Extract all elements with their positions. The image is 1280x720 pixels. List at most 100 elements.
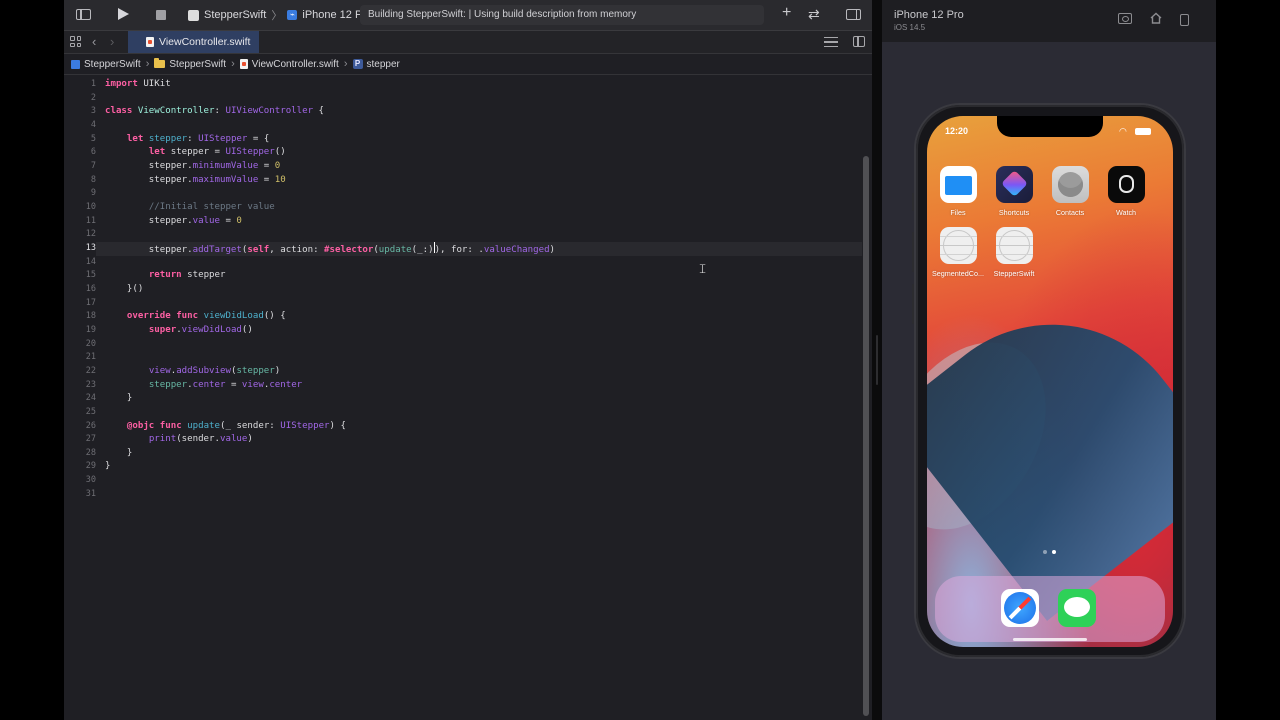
code-token: 0	[236, 215, 242, 226]
editor-scrollbar[interactable]	[863, 156, 869, 716]
code-token: ()	[241, 324, 253, 335]
home-screen[interactable]: 12:20 ◠ Files Shortcuts Contacts Watch S…	[927, 116, 1173, 647]
code-token: }	[105, 393, 133, 404]
source-editor[interactable]: 1 2 3 4 5 6 7 8 9 10 11 12 13 14 15 16 17 18 19 20 21 22 23 24 2…	[64, 76, 872, 720]
line-number: 14	[85, 256, 96, 267]
line-number: 8	[90, 174, 96, 185]
code-token: 0	[274, 160, 281, 171]
code-line[interactable]: }()	[105, 283, 143, 297]
app-label: StepperSwift	[993, 269, 1035, 278]
code-line[interactable]: view.addSubview(stepper)	[105, 365, 280, 379]
code-token: (_ sender:	[220, 420, 281, 431]
code-token: UIStepper	[280, 420, 330, 431]
breadcrumb-symbol[interactable]: stepper	[367, 59, 400, 70]
scheme-selector[interactable]: StepperSwift 〉 ⌁ iPhone 12 Pro	[188, 8, 372, 22]
back-arrow-icon[interactable]: ‹	[92, 34, 96, 49]
app-stepperswift[interactable]: StepperSwift	[986, 227, 1042, 278]
code-line[interactable]: let stepper = UIStepper()	[105, 146, 286, 160]
notch	[997, 116, 1103, 137]
tab-label: ViewController.swift	[159, 36, 251, 48]
code-line[interactable]: @objc func update(_ sender: UIStepper) {	[105, 420, 346, 434]
code-token: override	[126, 311, 171, 322]
code-token: ), for: .	[434, 244, 484, 255]
code-line[interactable]: stepper.minimumValue = 0	[105, 160, 280, 174]
mute-switch	[912, 193, 915, 211]
related-items-icon[interactable]	[70, 36, 81, 47]
screenshot-icon[interactable]	[1118, 13, 1132, 24]
code-token: valueChanged	[483, 244, 550, 255]
code-line[interactable]: return stepper	[105, 269, 226, 283]
line-number: 25	[85, 406, 96, 417]
run-button[interactable]	[118, 8, 129, 20]
messages-icon[interactable]	[1058, 589, 1096, 627]
code-line[interactable]: let stepper: UIStepper = {	[105, 133, 269, 147]
line-number: 20	[85, 338, 96, 349]
shortcuts-icon	[995, 166, 1033, 203]
simulator-device-title: iPhone 12 Pro	[894, 9, 964, 21]
breadcrumb-file[interactable]: ViewController.swift	[252, 59, 339, 70]
code-line[interactable]: }	[105, 392, 132, 406]
code-line[interactable]: stepper.center = view.center	[105, 379, 302, 393]
safari-icon[interactable]	[1001, 589, 1039, 627]
home-icon[interactable]	[1150, 12, 1162, 24]
code-token: stepper =	[165, 147, 226, 158]
line-number: 29	[85, 461, 96, 472]
code-token: :	[214, 106, 226, 117]
background-margin	[1216, 0, 1280, 720]
code-token: = {	[247, 133, 270, 144]
page-dot[interactable]	[1052, 550, 1056, 554]
app-shortcuts[interactable]: Shortcuts	[986, 166, 1042, 217]
page-indicator[interactable]	[1043, 550, 1059, 555]
divider-handle[interactable]	[876, 335, 878, 385]
navigator-toggle-icon[interactable]	[76, 9, 91, 20]
line-number: 26	[85, 420, 96, 431]
library-plus-icon[interactable]: +	[782, 5, 791, 21]
code-line[interactable]: }	[105, 447, 132, 461]
code-token: }()	[105, 283, 144, 294]
editor-options-icon[interactable]	[824, 37, 838, 47]
volume-up-button	[912, 232, 915, 272]
line-number: 13	[85, 242, 96, 253]
split-editor-icon[interactable]	[853, 36, 865, 47]
home-indicator[interactable]	[1013, 638, 1087, 641]
code-line[interactable]: //Initial stepper value	[105, 201, 275, 215]
code-line[interactable]: override func viewDidLoad() {	[105, 310, 286, 324]
app-contacts[interactable]: Contacts	[1042, 166, 1098, 217]
code-token: print	[148, 434, 177, 445]
breadcrumb: StepperSwift › StepperSwift › ViewContro…	[64, 54, 872, 75]
forward-arrow-icon[interactable]: ›	[110, 34, 114, 49]
breadcrumb-group[interactable]: StepperSwift	[169, 59, 226, 70]
code-line[interactable]: stepper.value = 0	[105, 215, 242, 229]
code-line[interactable]: import UIKit	[105, 78, 171, 92]
line-number: 7	[90, 160, 96, 171]
code-line[interactable]: stepper.addTarget(self, action: #selecto…	[105, 241, 555, 256]
app-segmentedcontrol[interactable]: SegmentedCo...	[930, 227, 986, 278]
code-line[interactable]: class ViewController: UIViewController {	[105, 105, 324, 119]
page-dot[interactable]	[1043, 550, 1047, 554]
code-line[interactable]: stepper.maximumValue = 10	[105, 174, 286, 188]
code-token: center	[192, 379, 226, 390]
code-token: stepper	[148, 133, 188, 144]
code-token: UIStepper	[225, 147, 275, 158]
code-token: )	[247, 434, 253, 445]
code-review-icon[interactable]: ⇄	[808, 6, 820, 22]
swift-file-icon	[239, 59, 248, 69]
inspector-toggle-icon[interactable]	[846, 9, 861, 20]
line-number: 4	[90, 119, 96, 130]
status-icons: ◠	[1119, 127, 1157, 136]
stop-button[interactable]	[156, 10, 166, 20]
breadcrumb-project[interactable]: StepperSwift	[84, 59, 141, 70]
line-number: 9	[90, 188, 96, 199]
code-token: UIKit	[137, 79, 171, 89]
rotate-icon[interactable]	[1180, 14, 1189, 26]
app-files[interactable]: Files	[930, 166, 986, 217]
code-line[interactable]: print(sender.value)	[105, 433, 253, 447]
line-number: 23	[85, 379, 96, 390]
app-watch[interactable]: Watch	[1098, 166, 1154, 217]
code-line[interactable]: }	[105, 460, 110, 474]
tab-viewcontroller[interactable]: ViewController.swift	[128, 31, 259, 53]
code-line[interactable]: super.viewDidLoad()	[105, 324, 253, 338]
